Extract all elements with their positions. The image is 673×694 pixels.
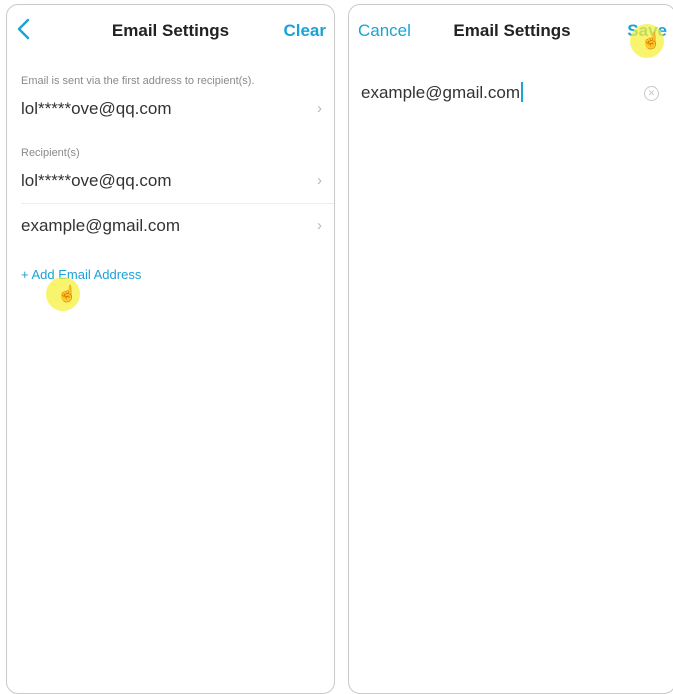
email-settings-screen: Email Settings Clear Email is sent via t… [6,4,335,694]
email-input[interactable]: example@gmail.com ✕ [349,81,673,105]
recipient-row[interactable]: lol*****ove@qq.com › [7,159,334,203]
recipient-address: lol*****ove@qq.com [21,171,172,190]
sender-address: lol*****ove@qq.com [21,99,172,118]
recipient-address: example@gmail.com [21,216,180,235]
header: Cancel Email Settings Save ☝ [349,5,673,58]
page-title: Email Settings [453,21,571,40]
chevron-right-icon: › [317,172,322,189]
recipient-row[interactable]: example@gmail.com › [7,204,334,248]
email-input-value: example@gmail.com [361,83,520,102]
clear-button[interactable]: Clear [283,21,326,41]
recipients-caption: Recipient(s) [21,147,80,159]
sender-caption: Email is sent via the first address to r… [21,75,255,87]
email-edit-screen: Cancel Email Settings Save ☝ example@gma… [348,4,673,694]
sender-address-row[interactable]: lol*****ove@qq.com › [7,87,334,131]
hand-cursor-icon: ☝ [641,33,661,50]
text-caret [520,82,523,102]
clear-input-icon[interactable]: ✕ [644,86,659,101]
chevron-right-icon: › [317,217,322,234]
chevron-right-icon: › [317,100,322,117]
hand-cursor-icon: ☝ [57,286,77,303]
header: Email Settings Clear [7,5,334,57]
